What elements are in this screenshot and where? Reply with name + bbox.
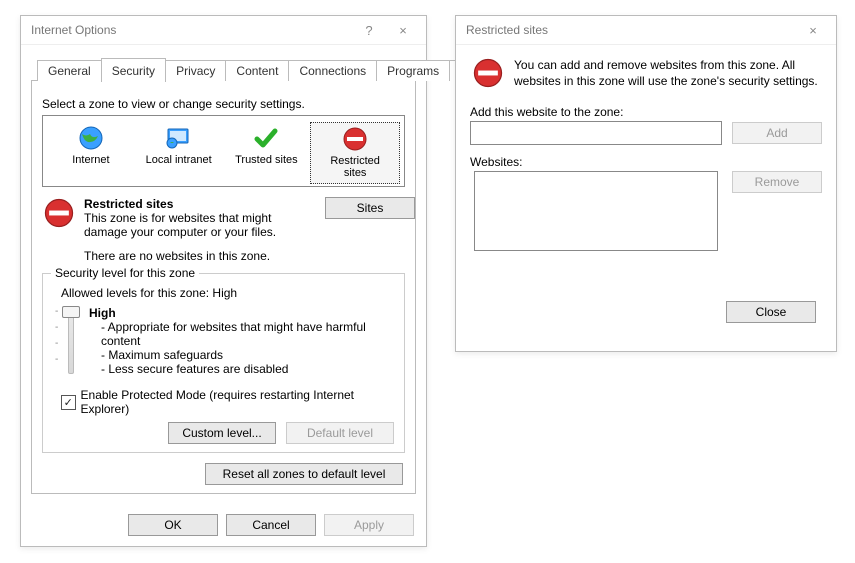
- tab-security[interactable]: Security: [101, 58, 166, 82]
- dialog-title: Internet Options: [31, 23, 116, 37]
- add-website-row: Add: [470, 121, 822, 145]
- tab-general[interactable]: General: [37, 60, 102, 81]
- security-level-groupbox: Security level for this zone Allowed lev…: [42, 273, 405, 453]
- custom-level-button[interactable]: Custom level...: [168, 422, 276, 444]
- level-description: High - Appropriate for websites that mig…: [89, 306, 394, 376]
- remove-button: Remove: [732, 171, 822, 193]
- level-row: - - - - High - Appropriate for websites …: [61, 306, 394, 376]
- no-entry-icon: [42, 197, 76, 239]
- security-level-slider[interactable]: - - - -: [61, 306, 81, 376]
- help-icon: ?: [365, 23, 372, 38]
- help-button[interactable]: ?: [352, 20, 386, 40]
- slider-thumb[interactable]: [62, 306, 80, 318]
- level-name: High: [89, 306, 394, 320]
- websites-listbox[interactable]: [474, 171, 718, 251]
- level-buttons-row: Custom level... Default level: [53, 422, 394, 444]
- titlebar[interactable]: Internet Options ? ×: [21, 16, 426, 45]
- info-row: You can add and remove websites from thi…: [472, 57, 820, 89]
- allowed-levels-text: Allowed levels for this zone: High: [61, 286, 394, 300]
- no-entry-icon: [313, 125, 397, 153]
- dialog-content: General Security Privacy Content Connect…: [21, 45, 426, 504]
- tab-content[interactable]: Content: [225, 60, 289, 81]
- security-tab-body: Select a zone to view or change security…: [31, 80, 416, 494]
- zone-prompt: Select a zone to view or change security…: [42, 97, 405, 111]
- tab-privacy[interactable]: Privacy: [165, 60, 226, 81]
- dialog-title: Restricted sites: [466, 23, 548, 37]
- groupbox-legend: Security level for this zone: [51, 266, 199, 280]
- protected-mode-checkbox[interactable]: ✓: [61, 395, 76, 410]
- tab-programs[interactable]: Programs: [376, 60, 450, 81]
- websites-label: Websites:: [470, 155, 826, 169]
- tab-connections[interactable]: Connections: [288, 60, 377, 81]
- close-dialog-button[interactable]: Close: [726, 301, 816, 323]
- restricted-sites-dialog: Restricted sites × You can add and remov…: [455, 15, 837, 352]
- add-website-label: Add this website to the zone:: [470, 105, 826, 119]
- info-text: You can add and remove websites from thi…: [514, 57, 820, 89]
- add-button: Add: [732, 122, 822, 144]
- close-icon: ×: [399, 23, 407, 38]
- level-bullets: - Appropriate for websites that might ha…: [101, 320, 394, 376]
- zone-desc: This zone is for websites that might dam…: [84, 211, 317, 239]
- protected-mode-row: ✓ Enable Protected Mode (requires restar…: [61, 388, 394, 416]
- add-website-input[interactable]: [470, 121, 722, 145]
- zone-label: Restricted sites: [313, 155, 397, 179]
- ok-button[interactable]: OK: [128, 514, 218, 536]
- reset-row: Reset all zones to default level: [42, 463, 403, 485]
- no-entry-icon: [472, 57, 504, 89]
- globe-icon: [49, 124, 133, 152]
- reset-zones-button[interactable]: Reset all zones to default level: [205, 463, 403, 485]
- zone-label: Internet: [49, 154, 133, 166]
- monitor-icon: [137, 124, 221, 152]
- internet-options-dialog: Internet Options ? × General Security Pr…: [20, 15, 427, 547]
- sites-button[interactable]: Sites: [325, 197, 415, 219]
- zone-label: Local intranet: [137, 154, 221, 166]
- check-icon: [225, 124, 309, 152]
- zone-title: Restricted sites: [84, 197, 317, 211]
- titlebar[interactable]: Restricted sites ×: [456, 16, 836, 45]
- zone-restricted-sites[interactable]: Restricted sites: [310, 122, 400, 184]
- zone-empty-message: There are no websites in this zone.: [84, 249, 405, 263]
- tabs-row: General Security Privacy Content Connect…: [31, 57, 416, 81]
- dialog-content: You can add and remove websites from thi…: [456, 45, 836, 333]
- close-button[interactable]: ×: [796, 20, 830, 40]
- dialog-footer: OK Cancel Apply: [128, 514, 414, 536]
- zone-local-intranet[interactable]: Local intranet: [135, 122, 223, 184]
- zone-description-row: Restricted sites This zone is for websit…: [42, 197, 405, 239]
- default-level-button: Default level: [286, 422, 394, 444]
- apply-button: Apply: [324, 514, 414, 536]
- zone-description-text: Restricted sites This zone is for websit…: [84, 197, 317, 239]
- protected-mode-label: Enable Protected Mode (requires restarti…: [81, 388, 394, 416]
- close-icon: ×: [809, 23, 817, 38]
- cancel-button[interactable]: Cancel: [226, 514, 316, 536]
- zone-label: Trusted sites: [225, 154, 309, 166]
- zone-selector: Internet Local intranet Trusted sites: [42, 115, 405, 187]
- dialog-footer: Close: [466, 301, 816, 323]
- websites-row: Remove: [470, 171, 822, 251]
- zone-internet[interactable]: Internet: [47, 122, 135, 184]
- close-button[interactable]: ×: [386, 20, 420, 40]
- zone-trusted-sites[interactable]: Trusted sites: [223, 122, 311, 184]
